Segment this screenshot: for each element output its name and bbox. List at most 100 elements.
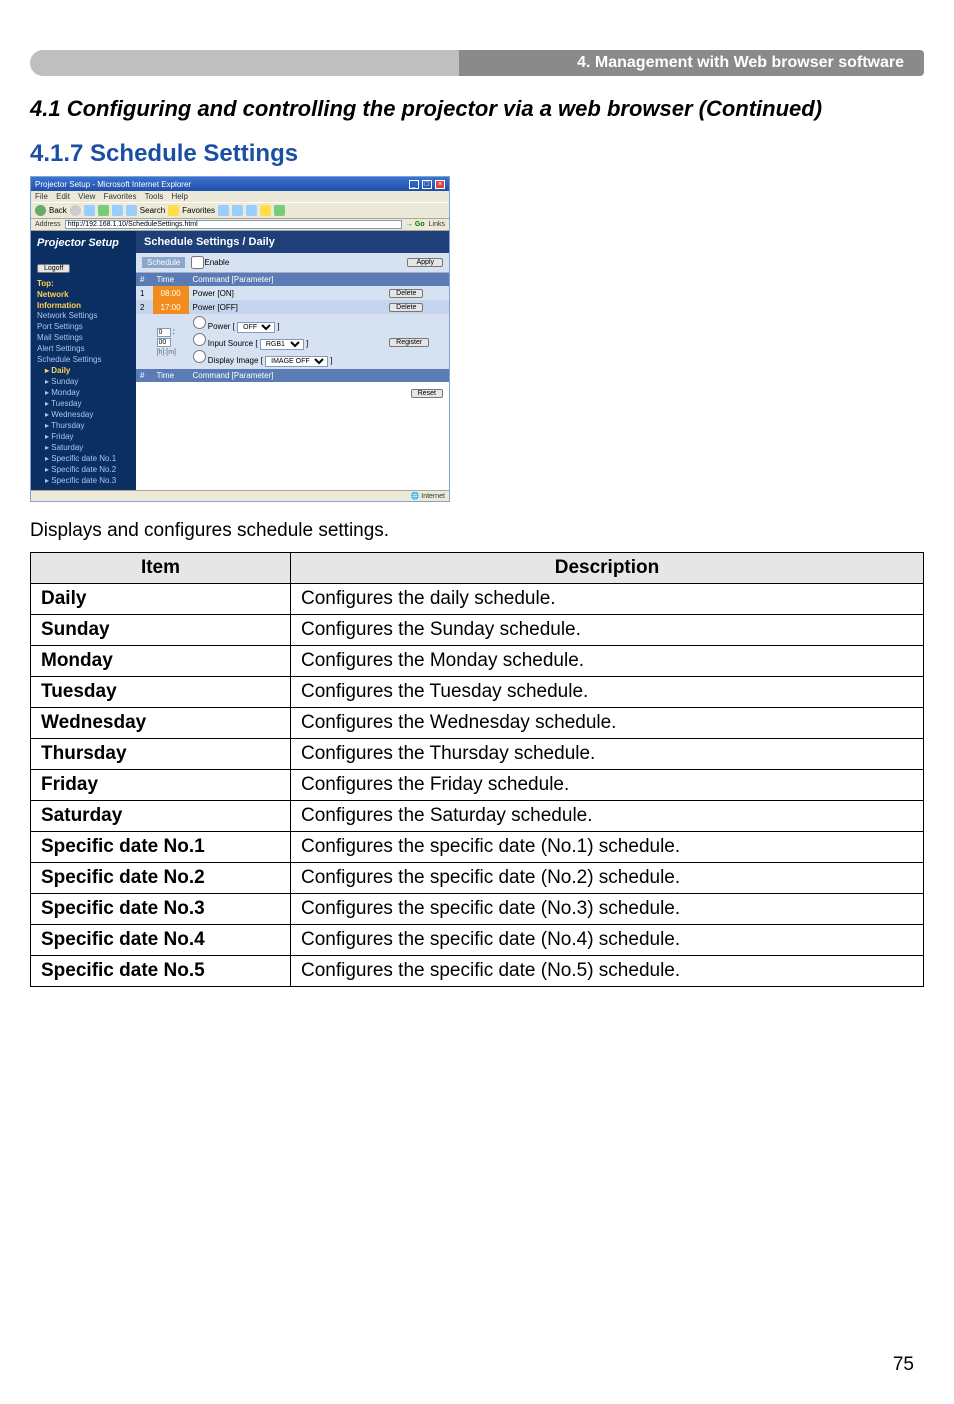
forward-icon[interactable] (70, 205, 81, 216)
embedded-screenshot: Projector Setup - Microsoft Internet Exp… (30, 176, 924, 502)
nav-header-information[interactable]: Information (31, 299, 136, 310)
table-row: Specific date No.5Configures the specifi… (31, 956, 924, 987)
sidebar-sub-thursday[interactable]: ▸ Thursday (37, 420, 130, 431)
mail-icon[interactable] (232, 205, 243, 216)
panel-title: Schedule Settings / Daily (136, 231, 449, 253)
history-icon[interactable] (218, 205, 229, 216)
sidebar-sub-specific1[interactable]: ▸ Specific date No.1 (37, 453, 130, 464)
go-button[interactable]: → Go (406, 221, 425, 228)
table-row: SaturdayConfigures the Saturday schedule… (31, 801, 924, 832)
nav-list: Network Settings Port Settings Mail Sett… (31, 310, 136, 490)
favorites-label[interactable]: Favorites (182, 206, 215, 215)
row-cmd: Power [OFF] (189, 300, 386, 314)
ie-window: Projector Setup - Microsoft Internet Exp… (30, 176, 450, 502)
schedule-label: Schedule (142, 257, 185, 268)
sidebar-sub-monday[interactable]: ▸ Monday (37, 387, 130, 398)
sidebar-item-port-settings[interactable]: Port Settings (37, 321, 130, 332)
sidebar-sub-sunday[interactable]: ▸ Sunday (37, 376, 130, 387)
delete-button[interactable]: Delete (389, 303, 423, 312)
menu-favorites[interactable]: Favorites (104, 192, 137, 201)
sidebar-item-network-settings[interactable]: Network Settings (37, 310, 130, 321)
power-select[interactable]: OFF (237, 322, 275, 333)
search-icon[interactable] (126, 205, 137, 216)
address-input[interactable]: http://192.168.1.10/ScheduleSettings.htm… (65, 220, 402, 229)
back-icon[interactable] (35, 205, 46, 216)
chapter-header-bar: 4. Management with Web browser software (30, 50, 924, 76)
sidebar-sub-daily[interactable]: ▸ Daily (37, 365, 130, 376)
page-number: 75 (893, 1354, 914, 1376)
display-image-select[interactable]: IMAGE OFF (265, 356, 328, 367)
input-radio[interactable] (193, 333, 206, 346)
item-cell: Daily (31, 584, 291, 615)
image-radio[interactable] (193, 350, 206, 363)
sidebar-sub-specific2[interactable]: ▸ Specific date No.2 (37, 464, 130, 475)
table-row: MondayConfigures the Monday schedule. (31, 646, 924, 677)
sidebar-sub-specific3[interactable]: ▸ Specific date No.3 (37, 475, 130, 486)
row-num: 2 (136, 300, 153, 314)
input-row: : [h]:[m] Power [ OFF ] Input Source [ R… (136, 314, 449, 369)
minute-input[interactable] (157, 338, 171, 347)
table-row: DailyConfigures the daily schedule. (31, 584, 924, 615)
desc-cell: Configures the specific date (No.5) sche… (291, 956, 924, 987)
th-time: Time (153, 273, 189, 286)
menu-view[interactable]: View (78, 192, 95, 201)
desc-cell: Configures the Friday schedule. (291, 770, 924, 801)
desc-cell: Configures the daily schedule. (291, 584, 924, 615)
back-label[interactable]: Back (49, 206, 67, 215)
status-bar: 🌐 Internet (31, 490, 449, 501)
sidebar-item-mail-settings[interactable]: Mail Settings (37, 332, 130, 343)
globe-icon: 🌐 (411, 493, 420, 500)
discuss-icon[interactable] (274, 205, 285, 216)
sidebar-sub-saturday[interactable]: ▸ Saturday (37, 442, 130, 453)
delete-button[interactable]: Delete (389, 289, 423, 298)
window-buttons: _ □ × (408, 179, 445, 189)
enable-checkbox[interactable] (191, 256, 204, 269)
search-label[interactable]: Search (140, 206, 165, 215)
edit-icon[interactable] (260, 205, 271, 216)
th-item: Item (31, 553, 291, 584)
item-cell: Wednesday (31, 708, 291, 739)
sidebar: Projector Setup Logoff Top: Network Info… (31, 231, 136, 490)
minimize-icon[interactable]: _ (409, 180, 419, 189)
sidebar-sub-tuesday[interactable]: ▸ Tuesday (37, 398, 130, 409)
desc-cell: Configures the specific date (No.2) sche… (291, 863, 924, 894)
nav-header-top: Top: (31, 277, 136, 288)
schedule-table: # Time Command [Parameter] 1 08:00 Power… (136, 273, 449, 382)
desc-cell: Configures the Thursday schedule. (291, 739, 924, 770)
desc-cell: Configures the specific date (No.1) sche… (291, 832, 924, 863)
apply-button[interactable]: Apply (407, 258, 443, 267)
menu-edit[interactable]: Edit (56, 192, 70, 201)
chapter-header-text: 4. Management with Web browser software (577, 54, 904, 72)
maximize-icon[interactable]: □ (422, 180, 432, 189)
item-cell: Specific date No.5 (31, 956, 291, 987)
sidebar-sub-wednesday[interactable]: ▸ Wednesday (37, 409, 130, 420)
register-button[interactable]: Register (389, 338, 429, 347)
nav-header-network[interactable]: Network (31, 288, 136, 299)
power-radio[interactable] (193, 316, 206, 329)
th-time-2: Time (153, 369, 189, 382)
home-icon[interactable] (112, 205, 123, 216)
body-paragraph: Displays and configures schedule setting… (30, 520, 924, 542)
refresh-icon[interactable] (98, 205, 109, 216)
sidebar-item-alert-settings[interactable]: Alert Settings (37, 343, 130, 354)
window-titlebar: Projector Setup - Microsoft Internet Exp… (31, 177, 449, 191)
favorites-icon[interactable] (168, 205, 179, 216)
sidebar-sub-friday[interactable]: ▸ Friday (37, 431, 130, 442)
links-label[interactable]: Links (429, 221, 445, 228)
reset-button[interactable]: Reset (411, 389, 443, 398)
input-source-select[interactable]: RGB1 (260, 339, 304, 350)
sidebar-item-schedule-settings[interactable]: Schedule Settings (37, 354, 130, 365)
menu-file[interactable]: File (35, 192, 48, 201)
hour-input[interactable] (157, 328, 171, 337)
item-cell: Tuesday (31, 677, 291, 708)
print-icon[interactable] (246, 205, 257, 216)
table-row: 2 17:00 Power [OFF] Delete (136, 300, 449, 314)
menu-tools[interactable]: Tools (145, 192, 164, 201)
table-row: WednesdayConfigures the Wednesday schedu… (31, 708, 924, 739)
th-num-2: # (136, 369, 153, 382)
close-icon[interactable]: × (435, 180, 445, 189)
row-time: 17:00 (153, 300, 189, 314)
logoff-button[interactable]: Logoff (37, 264, 70, 273)
stop-icon[interactable] (84, 205, 95, 216)
menu-help[interactable]: Help (172, 192, 188, 201)
